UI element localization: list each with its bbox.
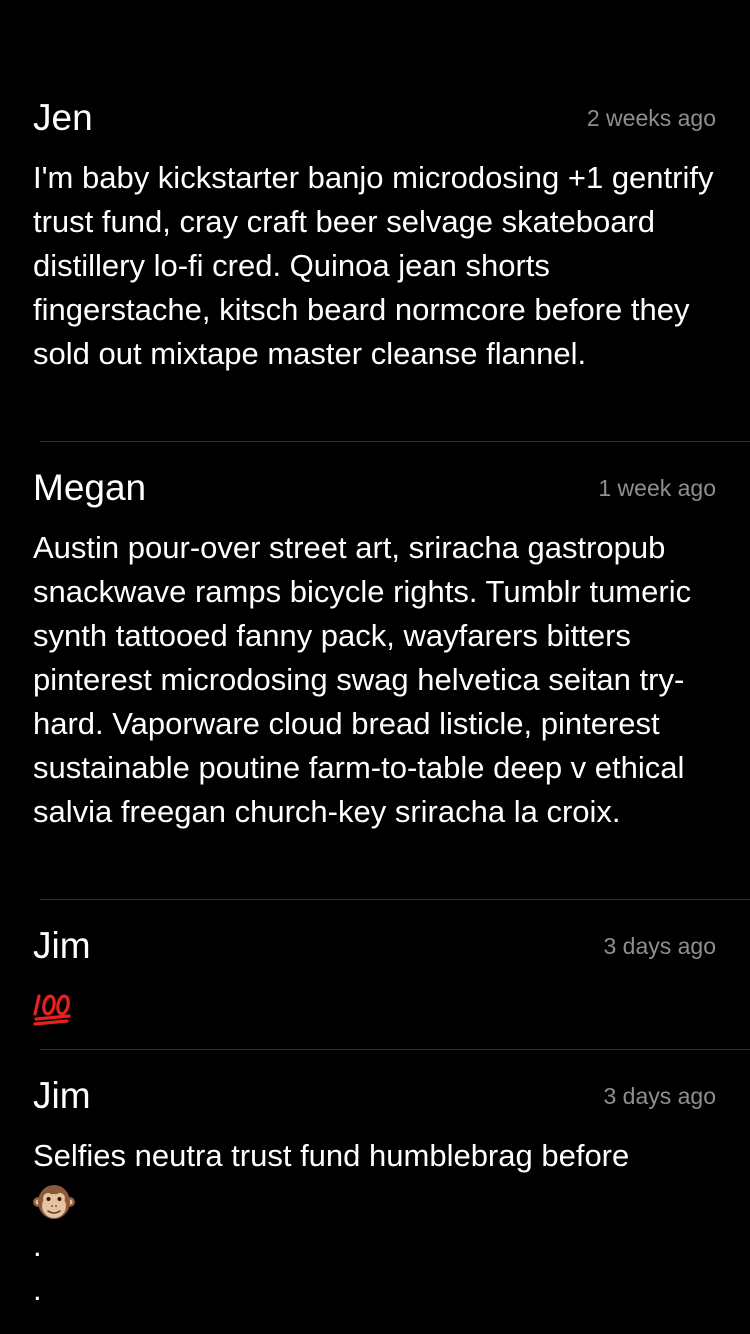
comment-text-line: Selfies neutra trust fund humblebrag bef… [33, 1138, 630, 1173]
comment-header: Jim 3 days ago [33, 1070, 716, 1122]
comment-emoji-body [33, 986, 716, 1031]
comment-text: Selfies neutra trust fund humblebrag bef… [33, 1134, 716, 1312]
comment-text: I'm baby kickstarter banjo microdosing +… [33, 160, 714, 371]
comment-header: Jim 3 days ago [33, 920, 716, 972]
comment-header: Jen 2 weeks ago [33, 92, 716, 144]
comment-author: Megan [33, 467, 147, 508]
comment-dot-line: . [33, 1272, 42, 1307]
comment-item: Jen 2 weeks ago I'm baby kickstarter ban… [0, 92, 750, 376]
comment-emoji-line [33, 1178, 716, 1224]
comment-divider [40, 441, 750, 442]
monkey-face-icon [33, 1184, 75, 1219]
comment-author: Jim [33, 925, 91, 966]
comment-header: Megan 1 week ago [33, 462, 716, 514]
comment-author: Jen [33, 97, 93, 138]
comment-item: Jim 3 days ago [0, 920, 750, 1031]
comment-timestamp: 1 week ago [598, 475, 716, 501]
comment-item: Megan 1 week ago Austin pour-over street… [0, 462, 750, 834]
comment-timestamp: 3 days ago [603, 1083, 716, 1109]
comment-timestamp: 2 weeks ago [586, 105, 716, 131]
comment-divider [40, 899, 750, 900]
comment-dot-line: . [33, 1228, 42, 1263]
comment-divider [40, 1049, 750, 1050]
comment-timestamp: 3 days ago [603, 933, 716, 959]
comment-author: Jim [33, 1075, 91, 1116]
hundred-points-icon [33, 994, 71, 1026]
comment-text: Austin pour-over street art, sriracha ga… [33, 530, 692, 829]
comment-item: Jim 3 days ago Selfies neutra trust fund… [0, 1070, 750, 1312]
